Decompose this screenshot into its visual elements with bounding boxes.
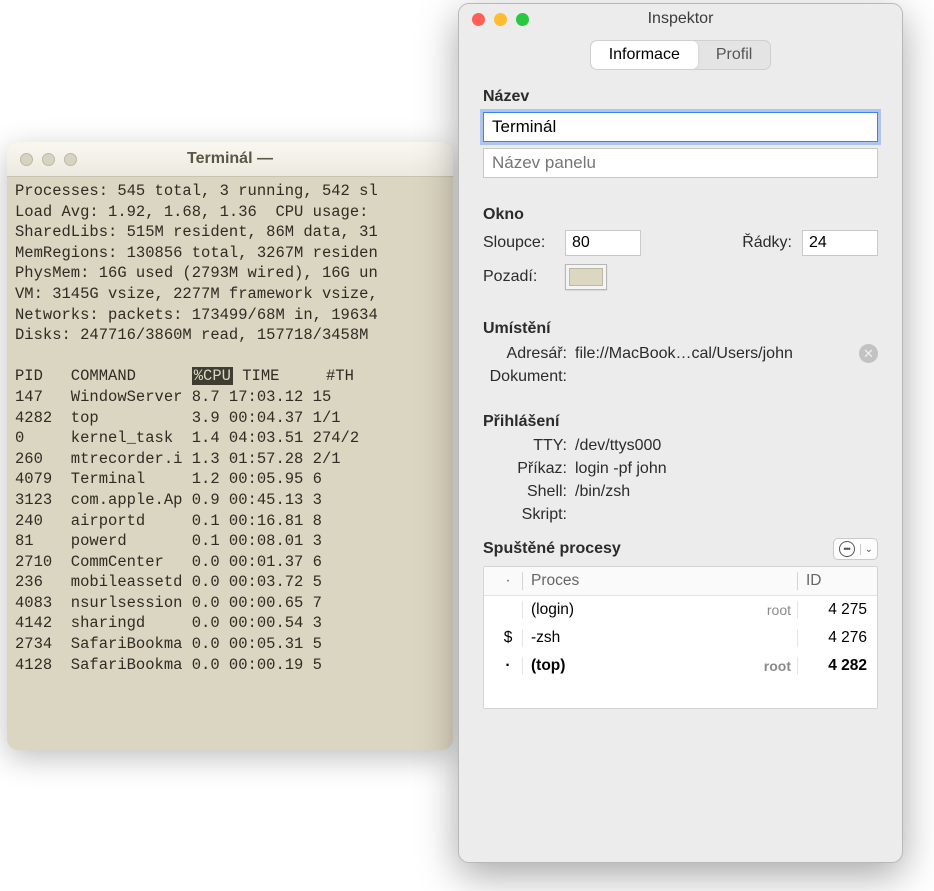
rows-label: Řádky:: [732, 234, 792, 252]
bg-color-swatch: [569, 268, 603, 286]
chevron-down-icon: ⌄: [860, 544, 877, 555]
row-id: 4 282: [797, 657, 867, 675]
tty-label: TTY:: [483, 437, 575, 455]
bg-color-well[interactable]: [565, 264, 607, 290]
terminal-titlebar[interactable]: Terminál —: [7, 142, 453, 177]
segmented-control: Informace Profil: [590, 40, 772, 70]
panel-name-input[interactable]: [483, 148, 878, 178]
table-row[interactable]: $-zsh 4 276: [484, 624, 877, 652]
inspector-window: Inspektor Informace Profil Název Okno Sl…: [458, 3, 903, 863]
section-nazev: Název: [483, 88, 878, 106]
row-proc: (login): [522, 601, 737, 619]
process-table: · Proces ID (login)root4 275$-zsh4 276·(…: [483, 566, 878, 709]
cmd-value: login -pf john: [575, 460, 878, 478]
doc-label: Dokument:: [483, 368, 575, 386]
inspector-titlebar[interactable]: Inspektor: [459, 4, 902, 34]
cmd-label: Příkaz:: [483, 460, 575, 478]
row-proc: (top): [522, 657, 737, 675]
col-bullet: ·: [494, 572, 522, 590]
terminal-output[interactable]: Processes: 545 total, 3 running, 542 sl …: [7, 177, 453, 679]
shell-label: Shell:: [483, 483, 575, 501]
section-procesy: Spuštěné procesy: [483, 540, 621, 558]
row-id: 4 275: [797, 601, 867, 619]
process-actions-button[interactable]: ••• ⌄: [833, 538, 878, 560]
more-icon: •••: [839, 541, 855, 557]
section-umisteni: Umístění: [483, 320, 878, 338]
table-row[interactable]: (login)root4 275: [484, 596, 877, 624]
tab-bar: Informace Profil: [459, 34, 902, 80]
inspector-title: Inspektor: [459, 10, 902, 28]
process-table-header[interactable]: · Proces ID: [484, 567, 877, 596]
row-marker: ·: [494, 657, 522, 675]
window-name-input[interactable]: [483, 112, 878, 142]
process-table-body: (login)root4 275$-zsh4 276·(top)root4 28…: [484, 596, 877, 680]
script-label: Skript:: [483, 506, 575, 524]
shell-value: /bin/zsh: [575, 483, 878, 501]
row-user: root: [737, 658, 797, 674]
terminal-window: Terminál — Processes: 545 total, 3 runni…: [7, 142, 453, 750]
dir-label: Adresář:: [483, 345, 575, 363]
table-row[interactable]: ·(top)root4 282: [484, 652, 877, 680]
section-okno: Okno: [483, 206, 878, 224]
terminal-title: Terminál —: [7, 150, 453, 168]
col-id: ID: [797, 572, 867, 590]
row-id: 4 276: [797, 629, 867, 647]
cols-input[interactable]: [565, 230, 641, 256]
clear-dir-button[interactable]: ✕: [859, 344, 878, 363]
tab-profil[interactable]: Profil: [698, 41, 770, 69]
row-marker: $: [494, 629, 522, 647]
section-prihlaseni: Přihlášení: [483, 413, 878, 431]
table-row: [484, 680, 877, 708]
row-proc: -zsh: [522, 629, 737, 647]
dir-value: file://MacBook…cal/Users/john: [575, 345, 859, 363]
cols-label: Sloupce:: [483, 234, 555, 252]
rows-input[interactable]: [802, 230, 878, 256]
tty-value: /dev/ttys000: [575, 437, 878, 455]
tab-informace[interactable]: Informace: [591, 41, 698, 69]
bg-label: Pozadí:: [483, 268, 555, 286]
col-proces: Proces: [522, 572, 737, 590]
row-user: root: [737, 602, 797, 618]
